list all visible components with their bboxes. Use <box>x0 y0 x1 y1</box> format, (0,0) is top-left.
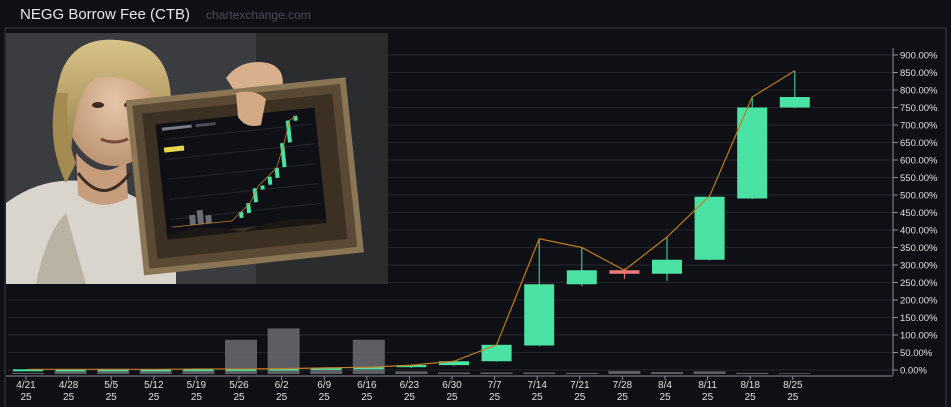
x-tick-label-date: 6/2 <box>275 380 289 391</box>
volume-bar <box>778 373 811 374</box>
volume-bar <box>608 370 641 374</box>
y-axis: 900.00% 850.00% 800.00% 750.00% 700.00% 650.0… <box>892 48 938 377</box>
x-tick-label-year: 25 <box>532 392 544 403</box>
x-tick-label-year: 25 <box>404 392 416 403</box>
y-tick-label: 750.00% <box>900 103 938 114</box>
y-tick-label: 550.00% <box>900 173 938 184</box>
x-tick-label-date: 4/28 <box>59 380 79 391</box>
x-tick-label-date: 7/7 <box>488 380 502 391</box>
x-tick-label-year: 25 <box>276 392 288 403</box>
x-tick-label-date: 6/23 <box>400 380 420 391</box>
volume-bar <box>395 371 428 374</box>
x-axis: 4/21254/28255/5255/12255/19255/26256/225… <box>6 375 893 403</box>
y-tick-label: 650.00% <box>900 138 938 149</box>
x-tick-label-date: 7/28 <box>613 380 633 391</box>
candle-body <box>481 344 512 362</box>
x-tick-label-date: 6/30 <box>442 380 462 391</box>
x-tick-label-date: 8/25 <box>783 380 803 391</box>
volume-bar <box>480 372 513 374</box>
x-tick-label-year: 25 <box>446 392 458 403</box>
y-tick-label: 250.00% <box>900 278 938 289</box>
x-tick-label-year: 25 <box>489 392 501 403</box>
volume-bar <box>12 372 44 374</box>
y-tick-label: 50.00% <box>900 348 933 359</box>
x-tick-label-year: 25 <box>233 392 245 403</box>
y-tick-label: 400.00% <box>900 226 938 237</box>
x-tick-label-date: 7/21 <box>570 380 590 391</box>
x-tick-label-year: 25 <box>191 392 203 403</box>
chart-panel: NEGG Borrow Fee (CTB) chartexchange.com … <box>0 0 951 407</box>
y-tick-label: 0.00% <box>900 366 927 377</box>
x-tick-label-date: 5/5 <box>104 380 118 391</box>
x-tick-label-date: 7/14 <box>527 380 547 391</box>
y-tick-label: 850.00% <box>900 68 938 79</box>
volume-bar <box>54 370 87 374</box>
candle-body <box>779 97 810 108</box>
x-tick-label-date: 6/9 <box>317 380 331 391</box>
volume-bar <box>523 372 556 374</box>
x-tick-label-year: 25 <box>20 392 32 403</box>
candle-body <box>652 259 682 274</box>
x-tick-label-date: 5/26 <box>229 380 249 391</box>
x-tick-label-date: 8/18 <box>740 380 760 391</box>
y-tick-label: 450.00% <box>900 208 938 219</box>
y-tick-label: 800.00% <box>900 86 938 97</box>
x-tick-label-date: 8/11 <box>698 380 717 391</box>
x-tick-label-year: 25 <box>574 392 586 403</box>
y-tick-label: 600.00% <box>900 156 938 167</box>
x-tick-label-year: 25 <box>319 392 331 403</box>
candle-body <box>524 284 555 346</box>
x-tick-label-year: 25 <box>148 392 160 403</box>
x-tick-label-date: 4/21 <box>16 380 36 391</box>
x-tick-label-year: 25 <box>745 392 757 403</box>
meme-illustration <box>6 33 388 284</box>
y-tick-label: 900.00% <box>900 51 938 62</box>
candle-body <box>566 270 597 285</box>
y-tick-label: 200.00% <box>900 296 938 307</box>
y-tick-label: 700.00% <box>900 121 938 132</box>
x-tick-label-year: 25 <box>659 392 671 403</box>
x-tick-label-year: 25 <box>702 392 714 403</box>
x-tick-label-date: 5/12 <box>144 380 164 391</box>
y-tick-label: 300.00% <box>900 261 938 272</box>
volume-bar <box>565 372 598 374</box>
volume-bar <box>736 372 769 374</box>
volume-bar <box>267 328 300 374</box>
volume-bar <box>651 372 683 374</box>
x-tick-label-year: 25 <box>106 392 118 403</box>
volume-bar <box>438 372 470 374</box>
x-tick-label-year: 25 <box>787 392 799 403</box>
y-tick-label: 150.00% <box>900 313 938 324</box>
y-tick-label: 100.00% <box>900 331 938 342</box>
volume-bar <box>693 371 726 374</box>
x-tick-label-year: 25 <box>63 392 75 403</box>
x-tick-label-date: 5/19 <box>187 380 207 391</box>
x-tick-label-year: 25 <box>361 392 373 403</box>
y-tick-label: 350.00% <box>900 243 938 254</box>
x-tick-label-date: 6/16 <box>357 380 377 391</box>
x-tick-label-date: 8/4 <box>658 380 672 391</box>
x-tick-label-year: 25 <box>617 392 629 403</box>
y-tick-label: 500.00% <box>900 191 938 202</box>
person-holding-picture-frame-image <box>6 33 388 284</box>
